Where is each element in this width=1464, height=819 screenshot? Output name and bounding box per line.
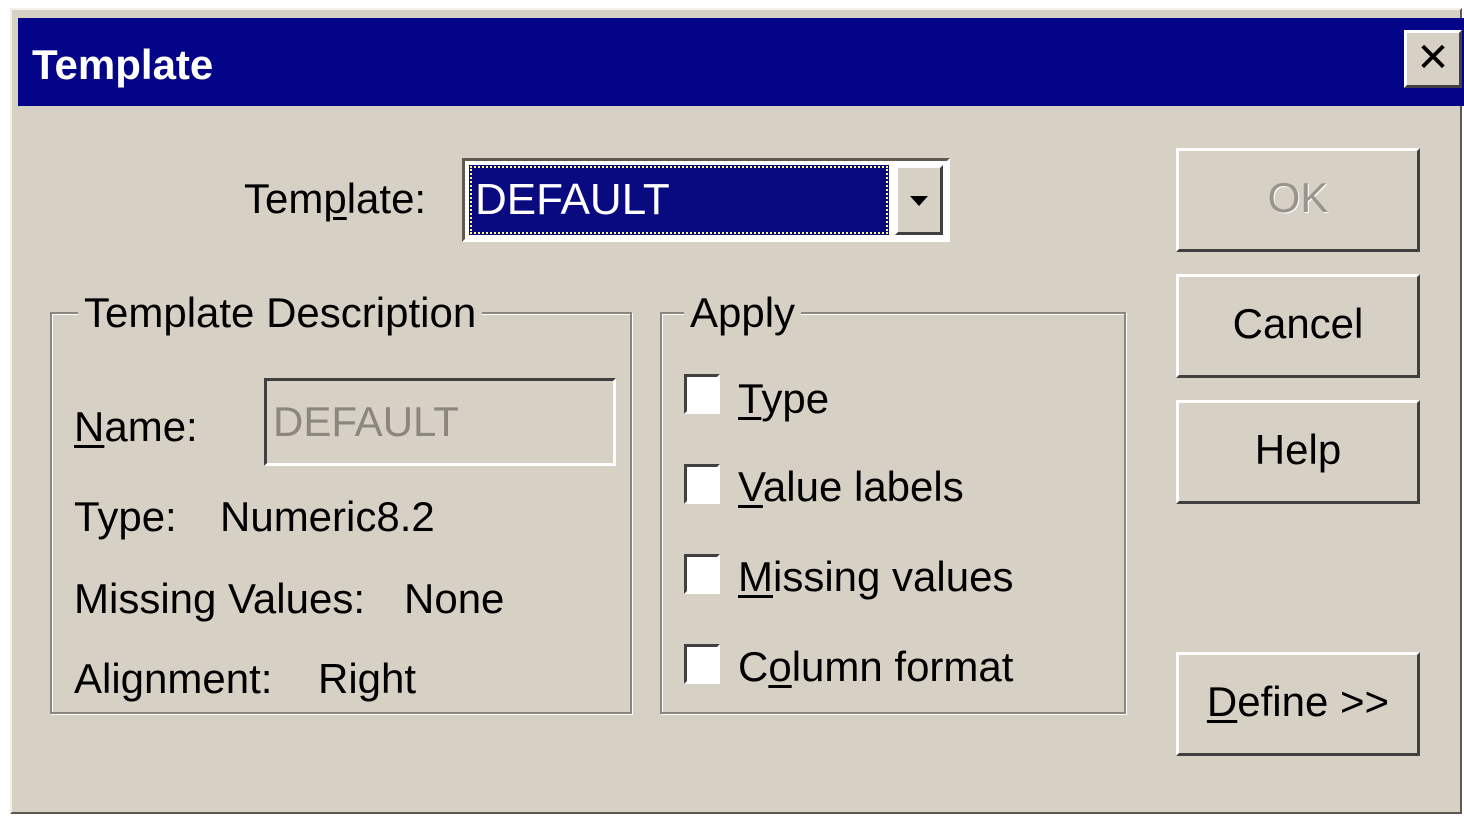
template-dialog: Template ✕ Template: DEFAULT Template De… <box>10 8 1464 814</box>
type-checkbox-label[interactable]: Type <box>738 378 829 420</box>
name-field-value: DEFAULT <box>273 398 459 445</box>
type-label: Type: <box>74 493 177 540</box>
ok-button[interactable]: OK <box>1176 148 1420 252</box>
define-button[interactable]: Define >> <box>1176 652 1420 756</box>
name-label: Name: <box>74 403 198 450</box>
alignment-value: Right <box>318 655 417 702</box>
column-format-checkbox-label[interactable]: Column format <box>738 646 1013 688</box>
missing-values-label: Missing Values: <box>74 575 366 622</box>
template-label: Template: <box>244 175 427 222</box>
window-title: Template <box>32 41 214 88</box>
close-icon: ✕ <box>1416 35 1450 81</box>
type-value: Numeric8.2 <box>220 493 435 540</box>
chevron-down-icon <box>910 196 928 206</box>
missing-values-checkbox[interactable] <box>684 554 720 594</box>
title-bar[interactable]: Template ✕ <box>18 18 1464 106</box>
close-button[interactable]: ✕ <box>1404 30 1462 88</box>
missing-values-value: None <box>404 575 505 622</box>
help-button[interactable]: Help <box>1176 400 1420 504</box>
value-labels-checkbox[interactable] <box>684 464 720 504</box>
value-labels-checkbox-label[interactable]: Value labels <box>738 466 964 508</box>
apply-title: Apply <box>684 292 802 334</box>
column-format-checkbox[interactable] <box>684 644 720 684</box>
dropdown-button[interactable] <box>895 165 943 235</box>
alignment-label: Alignment: <box>74 655 273 702</box>
template-description-title: Template Description <box>78 292 483 334</box>
type-checkbox[interactable] <box>684 374 720 414</box>
missing-values-checkbox-label[interactable]: Missing values <box>738 556 1013 598</box>
name-field: DEFAULT <box>264 378 616 466</box>
template-dropdown-value: DEFAULT <box>469 165 889 235</box>
cancel-button[interactable]: Cancel <box>1176 274 1420 378</box>
template-dropdown[interactable]: DEFAULT <box>462 158 950 242</box>
